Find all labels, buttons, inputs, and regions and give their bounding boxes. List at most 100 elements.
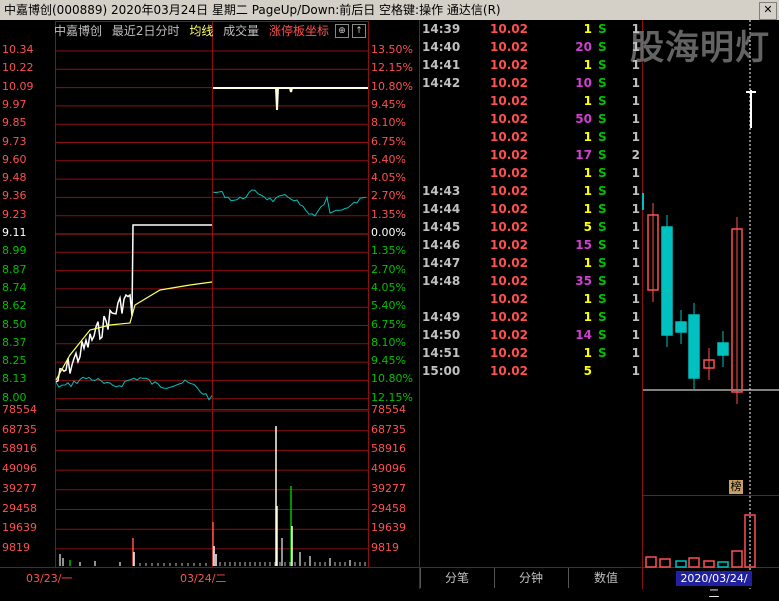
period-label: 最近2日分时 (111, 24, 180, 38)
price-tick-label: 9.48 (2, 171, 27, 185)
volume-tick-label: 29458 (371, 501, 406, 515)
kline-volume-bar (717, 561, 729, 568)
trade-row: 14:50 10.02 14 S 1 (420, 327, 642, 345)
price-tick-label: 8.00 (2, 390, 27, 404)
trade-side: S (598, 76, 607, 90)
settings-button[interactable]: ⊕ (335, 24, 349, 38)
trade-price: 10.02 (490, 166, 528, 180)
kline-volume-bar (688, 557, 700, 568)
price-tick-label: 9.73 (2, 134, 27, 148)
trade-count: 1 (631, 112, 640, 126)
trade-price: 10.02 (490, 40, 528, 54)
limit-coord-label[interactable]: 涨停板坐标 (269, 24, 329, 38)
trade-time: 14:47 (422, 256, 461, 270)
trade-price: 10.02 (490, 112, 528, 126)
trade-side: S (598, 94, 607, 108)
trade-count: 1 (631, 94, 640, 108)
trade-row: 10.02 1 S 1 (420, 129, 642, 147)
trade-price: 10.02 (490, 256, 528, 270)
trade-price: 10.02 (490, 292, 528, 306)
trade-count: 1 (631, 40, 640, 54)
percent-tick-label: 10.80% (371, 372, 413, 386)
trade-count: 1 (631, 346, 640, 360)
avg-line-day1 (55, 281, 213, 381)
volume-tick-label: 39277 (371, 481, 406, 495)
trade-count: 1 (631, 274, 640, 288)
percent-tick-label: 1.35% (371, 244, 406, 258)
date-label-day1: 03/23/一 (26, 572, 73, 585)
percent-tick-label: 2.70% (371, 262, 406, 276)
volume-tick-label: 58916 (2, 442, 37, 456)
trade-price: 10.02 (490, 364, 528, 378)
trade-side: S (598, 274, 607, 288)
trade-volume: 50 (575, 112, 592, 126)
chart-header: 中嘉博创 最近2日分时 均线 成交量 涨停板坐标 (54, 22, 335, 38)
tab-values[interactable]: 数值 (568, 568, 643, 588)
close-button[interactable]: ✕ (759, 2, 777, 20)
trade-volume: 1 (583, 256, 592, 270)
price-line-day1 (55, 224, 212, 383)
volume-tick-label: 68735 (2, 422, 37, 436)
rank-badge[interactable]: 榜 (729, 480, 743, 494)
trade-time: 14:42 (422, 76, 461, 90)
percent-tick-label: 12.15% (371, 61, 413, 75)
trade-count: 1 (631, 220, 640, 234)
percent-tick-label: 5.40% (371, 152, 406, 166)
percent-tick-label: 12.15% (371, 390, 413, 404)
up-arrow-button[interactable]: ↑ (352, 24, 366, 38)
trade-count: 2 (631, 148, 640, 162)
trade-side: S (598, 58, 607, 72)
trade-volume: 1 (583, 58, 592, 72)
percent-tick-label: 9.45% (371, 354, 406, 368)
trade-volume: 1 (583, 94, 592, 108)
trade-price: 10.02 (490, 274, 528, 288)
price-line-day2 (213, 87, 368, 111)
trade-row: 10.02 1 S 1 (420, 291, 642, 309)
volume-tick-label: 9819 (371, 540, 399, 554)
trade-side: S (598, 184, 607, 198)
tab-minutes[interactable]: 分钟 (494, 568, 567, 588)
trade-row: 14:42 10.02 10 S 1 (420, 75, 642, 93)
trade-volume: 1 (583, 202, 592, 216)
trade-volume: 5 (583, 364, 592, 378)
price-tick-label: 10.34 (2, 43, 34, 56)
trade-time: 14:46 (422, 238, 461, 252)
trade-row: 14:49 10.02 1 S 1 (420, 309, 642, 327)
percent-tick-label: 4.05% (371, 280, 406, 294)
tab-ticks[interactable]: 分笔 (420, 568, 493, 588)
trade-time: 14:51 (422, 346, 461, 360)
price-tick-label: 9.60 (2, 152, 27, 166)
volume-tick-label: 39277 (2, 481, 37, 495)
trade-volume: 1 (583, 292, 592, 306)
trade-time: 14:43 (422, 184, 461, 198)
kline-chart (642, 20, 779, 589)
watermark-logo: 股海明灯 (630, 28, 770, 68)
trade-row: 14:47 10.02 1 S 1 (420, 255, 642, 273)
percent-tick-label: 6.75% (371, 317, 406, 331)
volume-tick-label: 49096 (2, 462, 37, 476)
ratio-line-day2 (212, 189, 367, 217)
trade-side: S (598, 112, 607, 126)
kline-date-label: 2020/03/24/二 (676, 571, 752, 600)
kline-volume-bar (659, 558, 671, 568)
percent-tick-label: 0.00% (371, 226, 406, 239)
trade-row: 14:44 10.02 1 S 1 (420, 201, 642, 219)
trade-volume: 35 (575, 274, 592, 288)
trade-count: 1 (631, 310, 640, 324)
trade-row: 14:45 10.02 5 S 1 (420, 219, 642, 237)
price-tick-label: 8.99 (2, 244, 27, 258)
volume-tick-label: 58916 (371, 442, 406, 456)
trade-volume: 1 (583, 166, 592, 180)
trade-volume: 17 (575, 148, 592, 162)
trade-side: S (598, 220, 607, 234)
trade-side: S (598, 166, 607, 180)
trade-time: 14:41 (422, 58, 461, 72)
trade-time: 14:45 (422, 220, 461, 234)
trade-time: 14:50 (422, 328, 461, 342)
trade-volume: 1 (583, 310, 592, 324)
trade-count: 1 (631, 76, 640, 90)
price-tick-label: 8.74 (2, 280, 27, 294)
percent-tick-label: 2.70% (371, 189, 406, 203)
volume-tick-label: 68735 (371, 422, 406, 436)
trade-time: 14:40 (422, 40, 461, 54)
